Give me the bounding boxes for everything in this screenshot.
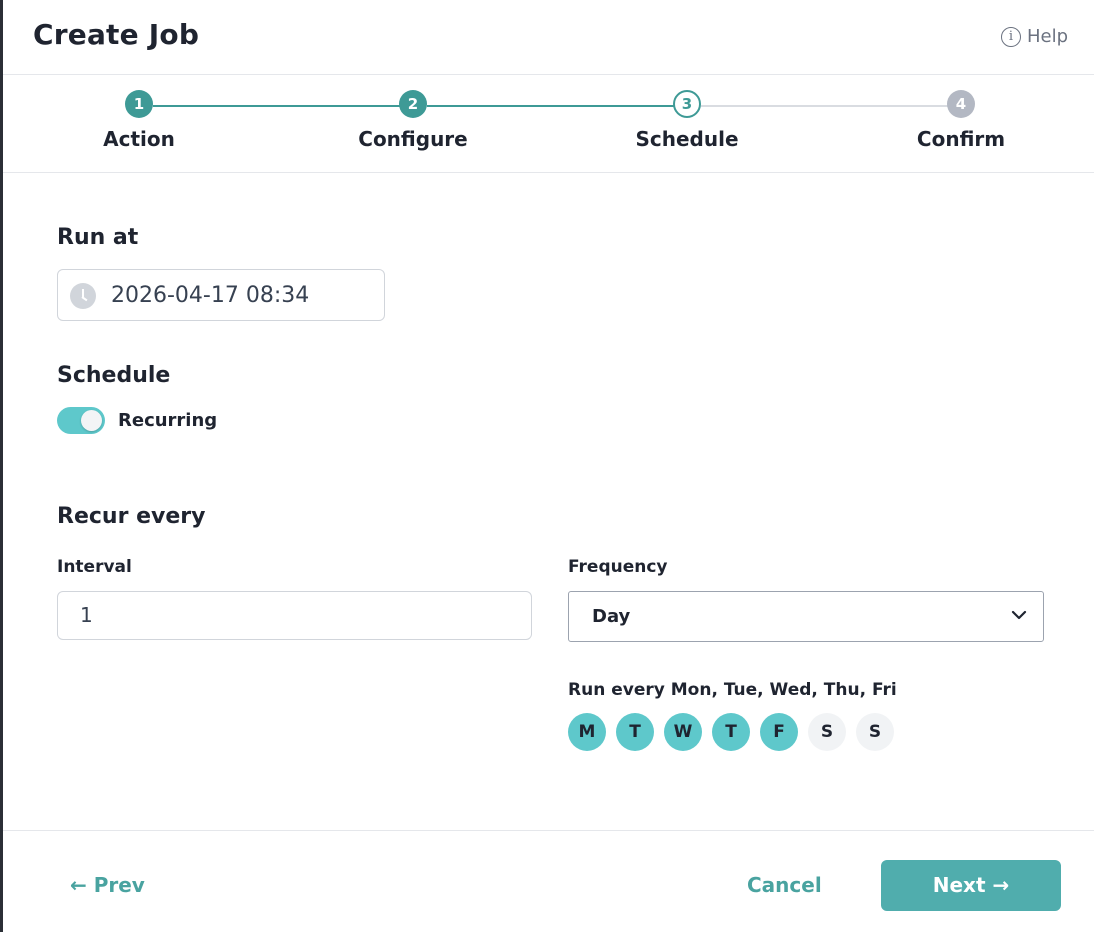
dialog-title: Create Job [33,18,200,51]
schedule-heading: Schedule [57,363,171,388]
step-label: Confirm [916,127,1006,151]
day-wednesday[interactable]: W [664,713,702,751]
step-label: Action [103,127,175,151]
day-friday[interactable]: F [760,713,798,751]
clock-icon [70,283,96,309]
run-at-datetime-input[interactable]: 2026-04-17 08:34 [57,269,385,321]
step-label: Configure [358,127,468,151]
day-monday[interactable]: M [568,713,606,751]
step-number: 1 [125,90,153,118]
step-action[interactable]: 1 Action [49,90,229,151]
recurring-toggle[interactable] [57,407,105,434]
step-configure[interactable]: 2 Configure [323,90,503,151]
create-job-dialog: Create Job i Help 1 Action 2 Configure 3… [3,0,1094,932]
help-button[interactable]: i Help [1000,26,1068,47]
day-saturday[interactable]: S [808,713,846,751]
day-thursday[interactable]: T [712,713,750,751]
run-every-summary: Run every Mon, Tue, Wed, Thu, Fri [568,680,897,700]
step-schedule[interactable]: 3 Schedule [597,90,777,151]
recur-every-heading: Recur every [57,504,206,529]
run-at-heading: Run at [57,225,139,250]
weekday-picker: M T W T F S S [568,713,894,751]
toggle-knob [81,410,102,431]
dialog-footer: ← Prev Cancel Next → [3,830,1094,933]
frequency-value: Day [592,606,631,627]
cancel-button[interactable]: Cancel [747,873,822,897]
prev-button[interactable]: ← Prev [70,873,145,897]
step-number: 2 [399,90,427,118]
info-icon: i [1000,26,1021,47]
frequency-label: Frequency [568,557,668,577]
recurring-label: Recurring [118,410,218,431]
dialog-header: Create Job i Help [3,0,1094,75]
frequency-select[interactable]: Day [568,591,1044,642]
step-confirm[interactable]: 4 Confirm [871,90,1051,151]
step-number: 3 [673,90,701,118]
step-label: Schedule [635,127,739,151]
run-at-value: 2026-04-17 08:34 [111,283,310,308]
chevron-down-icon [1011,610,1027,620]
interval-label: Interval [57,557,132,577]
interval-input[interactable]: 1 [57,591,532,640]
day-sunday[interactable]: S [856,713,894,751]
next-button[interactable]: Next → [881,860,1061,911]
help-label: Help [1026,26,1068,47]
stepper: 1 Action 2 Configure 3 Schedule 4 Confir… [3,74,1094,173]
day-tuesday[interactable]: T [616,713,654,751]
step-number: 4 [947,90,975,118]
